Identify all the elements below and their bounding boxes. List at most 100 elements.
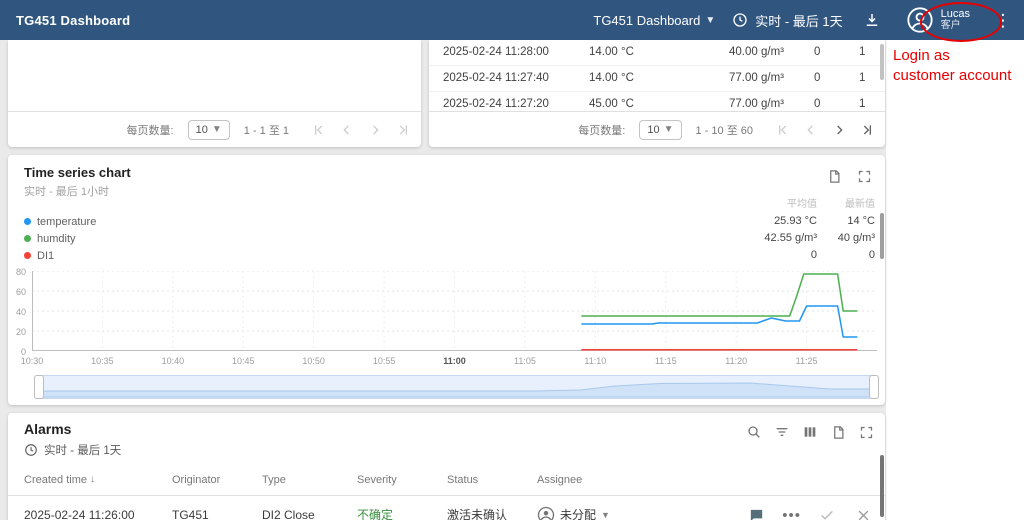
page-range: 1 - 10 至 60	[696, 122, 753, 138]
clock-icon	[731, 11, 749, 29]
alarm-type: DI2 Close	[262, 495, 357, 520]
header-type[interactable]: Type	[262, 465, 357, 495]
navigator-right-handle[interactable]	[869, 375, 879, 399]
widget-timewindow: 实时 - 最后 1小时	[24, 183, 109, 199]
alarm-originator: TG451	[172, 495, 262, 520]
page-title: TG451 Dashboard	[0, 13, 130, 28]
alarms-widget: Alarms 实时 - 最后 1天 Created time	[8, 413, 885, 520]
header-created-time[interactable]: Created time ↓	[24, 465, 172, 495]
prev-page-button[interactable]	[335, 118, 359, 142]
timewindow-button[interactable]: 实时 - 最后 1天	[731, 11, 842, 30]
pagination-arrows	[307, 118, 415, 142]
latest-value: 14 °C	[817, 213, 875, 230]
alarms-actions	[745, 423, 875, 441]
acknowledge-check-icon[interactable]	[817, 505, 837, 520]
header-originator[interactable]: Originator	[172, 465, 262, 495]
navigator-left-handle[interactable]	[34, 375, 44, 399]
timeseries-widget: Time series chart 实时 - 最后 1小时 temperatur…	[8, 155, 885, 405]
cell-temperature: 14.00 °C	[589, 40, 729, 65]
legend-dot	[24, 252, 31, 259]
page-size-select[interactable]: 10 ▼	[639, 120, 681, 140]
avg-value: 25.93 °C	[737, 213, 817, 230]
chart-plot-area	[32, 271, 877, 351]
annotation-text: Login as customer account	[893, 46, 1011, 86]
alarm-status: 激活未确认	[447, 495, 537, 520]
widget-card-left: 每页数量: 10 ▼ 1 - 1 至 1	[8, 40, 421, 147]
last-page-button[interactable]	[391, 118, 415, 142]
chevron-down-icon: ▼	[705, 15, 715, 26]
header-status[interactable]: Status	[447, 465, 537, 495]
page-size-value: 10	[647, 124, 659, 136]
table-row[interactable]: 2025-02-24 11:28:00 14.00 °C 40.00 g/m³ …	[429, 40, 885, 66]
user-name: Lucas	[941, 8, 970, 20]
cell-di2: 1	[859, 92, 885, 112]
user-info: Lucas 客户	[941, 8, 970, 32]
widget-actions	[825, 167, 873, 185]
legend-label: DI1	[37, 250, 54, 262]
avatar-icon	[905, 5, 935, 35]
cell-temperature: 14.00 °C	[589, 66, 729, 91]
alarms-table-header: Created time ↓ Originator Type Severity …	[8, 465, 885, 496]
widget-card-latest-values: 2025-02-24 11:28:00 14.00 °C 40.00 g/m³ …	[429, 40, 885, 147]
download-icon[interactable]	[859, 7, 885, 33]
dashboard-select[interactable]: TG451 Dashboard ▼	[593, 13, 715, 28]
line-chart[interactable]	[32, 271, 877, 351]
comment-icon[interactable]	[746, 505, 766, 520]
annotation-line2: customer account	[893, 66, 1011, 86]
header-assignee[interactable]: Assignee	[537, 465, 885, 495]
alarms-title: Alarms	[24, 421, 71, 437]
search-icon[interactable]	[745, 423, 763, 441]
legend-item-di1[interactable]: DI1	[24, 247, 96, 264]
more-horiz-icon[interactable]: •••	[782, 507, 801, 520]
latest-value: 40 g/m³	[817, 230, 875, 247]
cell-humidity: 40.00 g/m³	[729, 40, 814, 65]
page-range: 1 - 1 至 1	[244, 122, 289, 138]
page-size-select[interactable]: 10 ▼	[188, 120, 230, 140]
alarm-severity: 不确定	[357, 495, 447, 520]
chart-legend: temperature humdity DI1	[24, 213, 96, 264]
latest-header: 最新值	[817, 196, 875, 213]
next-page-button[interactable]	[363, 118, 387, 142]
avg-value: 42.55 g/m³	[737, 230, 817, 247]
fullscreen-icon[interactable]	[855, 167, 873, 185]
user-menu[interactable]: Lucas 客户	[901, 5, 974, 35]
alarms-timewindow[interactable]: 实时 - 最后 1天	[24, 442, 121, 458]
prev-page-button[interactable]	[799, 118, 823, 142]
navigator-area	[35, 376, 878, 398]
stats-row-temperature: 25.93 °C 14 °C	[737, 213, 875, 230]
widget-title: Time series chart	[24, 165, 131, 180]
table-row[interactable]: 2025-02-24 11:27:20 45.00 °C 77.00 g/m³ …	[429, 92, 885, 112]
header-severity[interactable]: Severity	[357, 465, 447, 495]
next-page-button[interactable]	[827, 118, 851, 142]
legend-item-humidity[interactable]: humdity	[24, 230, 96, 247]
chart-time-navigator[interactable]	[34, 375, 879, 399]
scrollbar[interactable]	[880, 213, 884, 259]
assignee-label: 未分配	[560, 495, 596, 520]
table-row[interactable]: 2025-02-24 11:27:40 14.00 °C 77.00 g/m³ …	[429, 66, 885, 92]
legend-item-temperature[interactable]: temperature	[24, 213, 96, 230]
first-page-button[interactable]	[307, 118, 331, 142]
pagination-arrows	[771, 118, 879, 142]
export-icon[interactable]	[829, 423, 847, 441]
scrollbar[interactable]	[880, 44, 884, 80]
first-page-button[interactable]	[771, 118, 795, 142]
more-vert-icon[interactable]: ⋮	[990, 7, 1016, 33]
clear-close-icon[interactable]	[853, 505, 873, 520]
cell-humidity: 77.00 g/m³	[729, 66, 814, 91]
legend-dot	[24, 218, 31, 225]
scrollbar[interactable]	[880, 455, 884, 517]
clock-icon	[24, 443, 38, 457]
avg-header: 平均值	[737, 196, 817, 213]
stats-row-humidity: 42.55 g/m³ 40 g/m³	[737, 230, 875, 247]
cell-timestamp: 2025-02-24 11:27:20	[443, 92, 589, 112]
export-icon[interactable]	[825, 167, 843, 185]
user-role: 客户	[941, 20, 970, 32]
columns-icon[interactable]	[801, 423, 819, 441]
cell-di1: 0	[814, 66, 859, 91]
filter-icon[interactable]	[773, 423, 791, 441]
cell-di1: 0	[814, 92, 859, 112]
legend-dot	[24, 235, 31, 242]
last-page-button[interactable]	[855, 118, 879, 142]
avg-value: 0	[737, 247, 817, 264]
fullscreen-icon[interactable]	[857, 423, 875, 441]
